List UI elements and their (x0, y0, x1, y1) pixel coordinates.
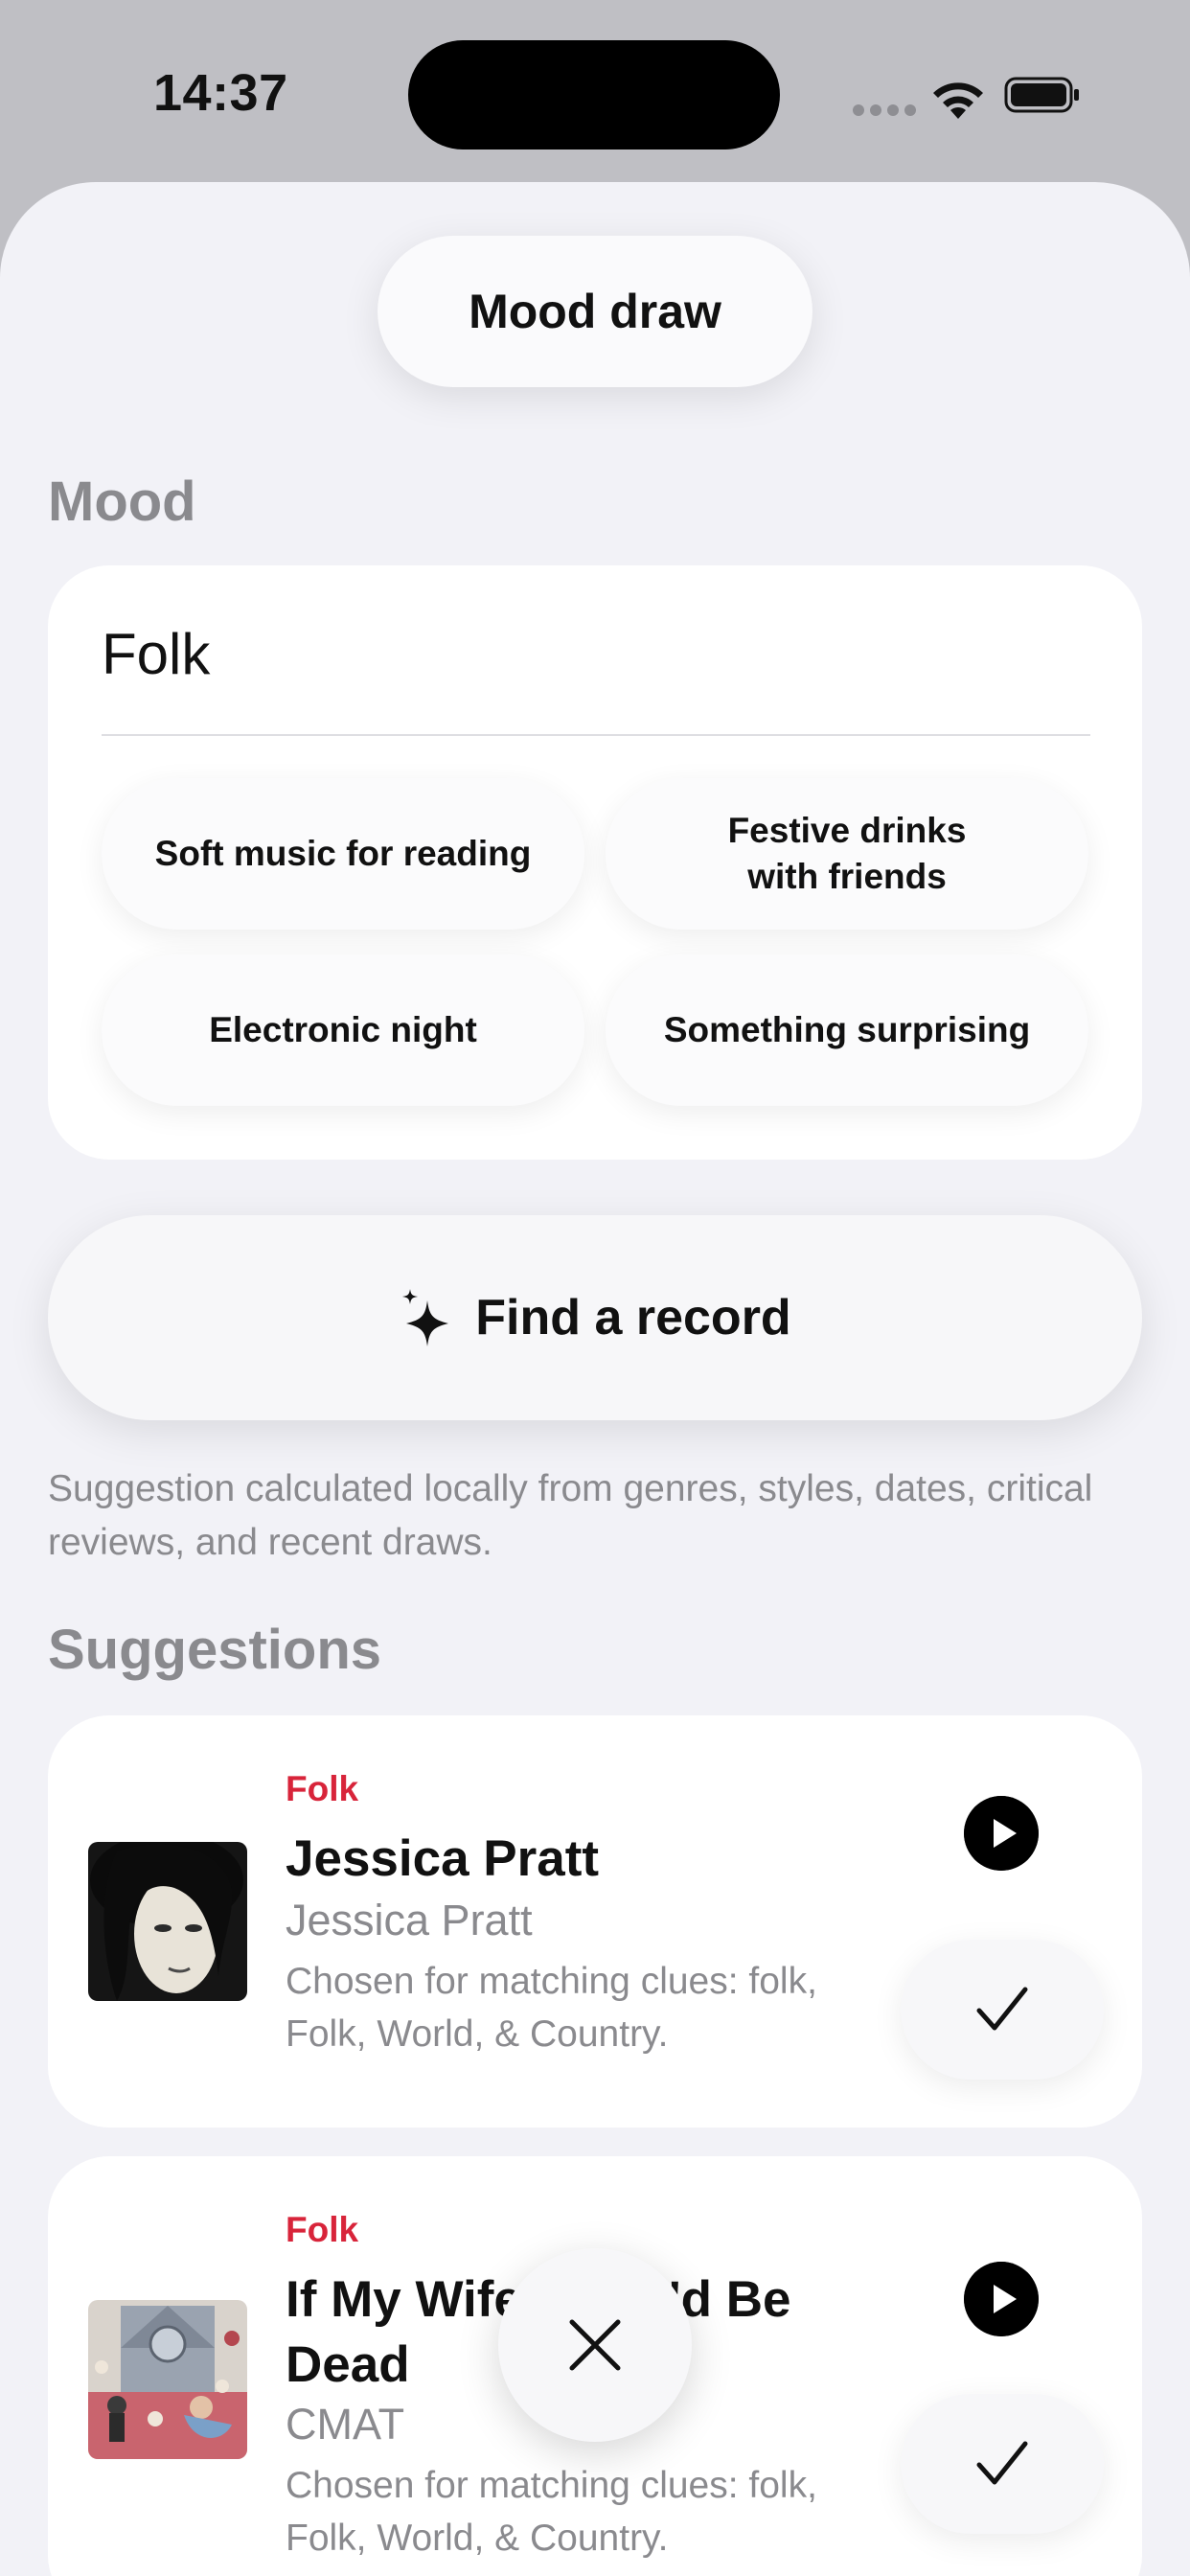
mood-chip-surprising[interactable]: Something surprising (606, 954, 1088, 1106)
find-record-label: Find a record (475, 1290, 791, 1346)
suggestion-artist: CMAT (286, 2400, 405, 2449)
mood-input[interactable]: Folk (102, 621, 210, 687)
play-icon[interactable] (964, 1796, 1039, 1871)
suggestion-genre: Folk (286, 2210, 359, 2249)
status-bar: 14:37 (0, 0, 1190, 182)
mood-card: Folk Soft music for reading Festive drin… (48, 565, 1142, 1160)
suggestion-title: Jessica Pratt (286, 1830, 600, 1887)
album-cover (88, 2300, 247, 2459)
status-time: 14:37 (153, 64, 288, 122)
dynamic-island (408, 40, 780, 150)
play-icon[interactable] (964, 2262, 1039, 2336)
sparkle-icon (402, 1289, 449, 1346)
mood-draw-sheet: Mood draw Mood Folk Soft music for readi… (0, 182, 1190, 2576)
accept-button[interactable] (901, 1940, 1104, 2080)
find-record-button[interactable]: Find a record (48, 1215, 1142, 1420)
close-icon (569, 2319, 621, 2371)
suggestion-genre: Folk (286, 1769, 359, 1808)
suggestion-note: Suggestion calculated locally from genre… (48, 1468, 1093, 1563)
suggestions-section-title: Suggestions (48, 1619, 382, 1681)
checkmark-icon (976, 1987, 1028, 2031)
suggestion-card[interactable]: Folk Jessica Pratt Jessica Pratt Chosen … (48, 1715, 1142, 2128)
cellular-signal-icon (853, 104, 922, 121)
checkmark-icon (976, 2441, 1028, 2485)
suggestion-reason: Chosen for matching clues: folk, Folk, W… (286, 2465, 817, 2559)
album-cover (88, 1842, 247, 2001)
suggestion-artist: Jessica Pratt (286, 1896, 533, 1944)
suggestion-reason: Chosen for matching clues: folk, Folk, W… (286, 1961, 817, 2055)
accept-button[interactable] (901, 2394, 1104, 2534)
mood-chip-festive[interactable]: Festive drinks with friends (606, 778, 1088, 930)
mood-chip-reading[interactable]: Soft music for reading (102, 778, 584, 930)
wifi-icon (933, 82, 983, 119)
battery-icon (1004, 77, 1079, 113)
close-button[interactable] (498, 2248, 692, 2442)
mood-chip-electronic[interactable]: Electronic night (102, 954, 584, 1106)
mood-section-title: Mood (48, 471, 196, 533)
sheet-title: Mood draw (378, 236, 812, 387)
mood-divider (102, 734, 1090, 736)
